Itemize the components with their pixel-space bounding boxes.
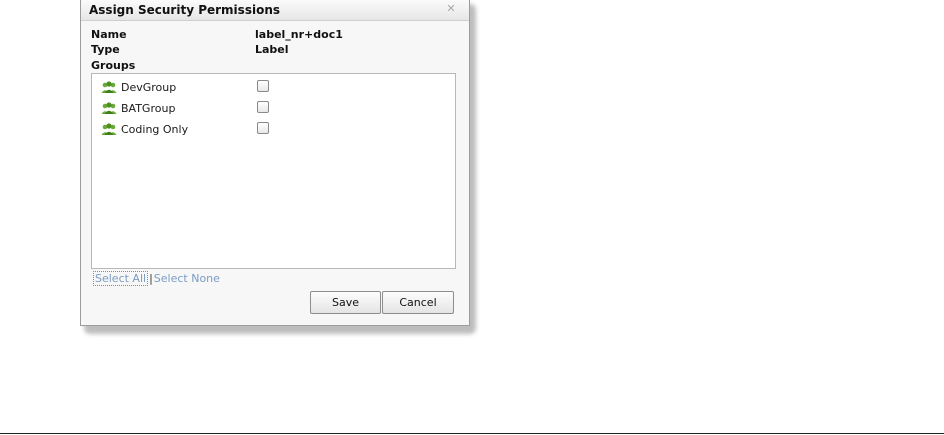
- groups-list: DevGroup BATGroup Coding Only: [91, 73, 456, 269]
- close-icon[interactable]: ✕: [445, 3, 457, 15]
- user-group-icon: [101, 81, 117, 93]
- name-value: label_nr+doc1: [255, 28, 343, 41]
- save-button[interactable]: Save: [310, 291, 381, 314]
- group-label: BATGroup: [121, 102, 176, 115]
- group-row-batgroup: BATGroup: [92, 99, 455, 119]
- dialog-title: Assign Security Permissions: [89, 3, 280, 17]
- devgroup-checkbox[interactable]: [257, 80, 269, 92]
- coding-only-checkbox[interactable]: [257, 122, 269, 134]
- groups-label: Groups: [91, 59, 136, 72]
- batgroup-checkbox[interactable]: [257, 101, 269, 113]
- link-separator: |: [149, 272, 153, 285]
- name-label: Name: [91, 28, 127, 41]
- group-label: DevGroup: [121, 81, 177, 94]
- cancel-button[interactable]: Cancel: [382, 291, 454, 314]
- group-row-devgroup: DevGroup: [92, 78, 455, 98]
- user-group-icon: [101, 102, 117, 114]
- dialog-titlebar: Assign Security Permissions ✕: [81, 0, 469, 21]
- select-all-link[interactable]: Select All: [93, 271, 149, 286]
- select-none-link[interactable]: Select None: [154, 272, 220, 285]
- type-value: Label: [255, 43, 289, 56]
- group-row-coding-only: Coding Only: [92, 120, 455, 140]
- type-label: Type: [91, 43, 120, 56]
- assign-security-permissions-dialog: Assign Security Permissions ✕ Name label…: [80, 0, 470, 326]
- page-bottom-rule: [0, 433, 944, 434]
- group-label: Coding Only: [121, 123, 189, 136]
- selection-links: Select All |Select None: [93, 271, 220, 286]
- user-group-icon: [101, 123, 117, 135]
